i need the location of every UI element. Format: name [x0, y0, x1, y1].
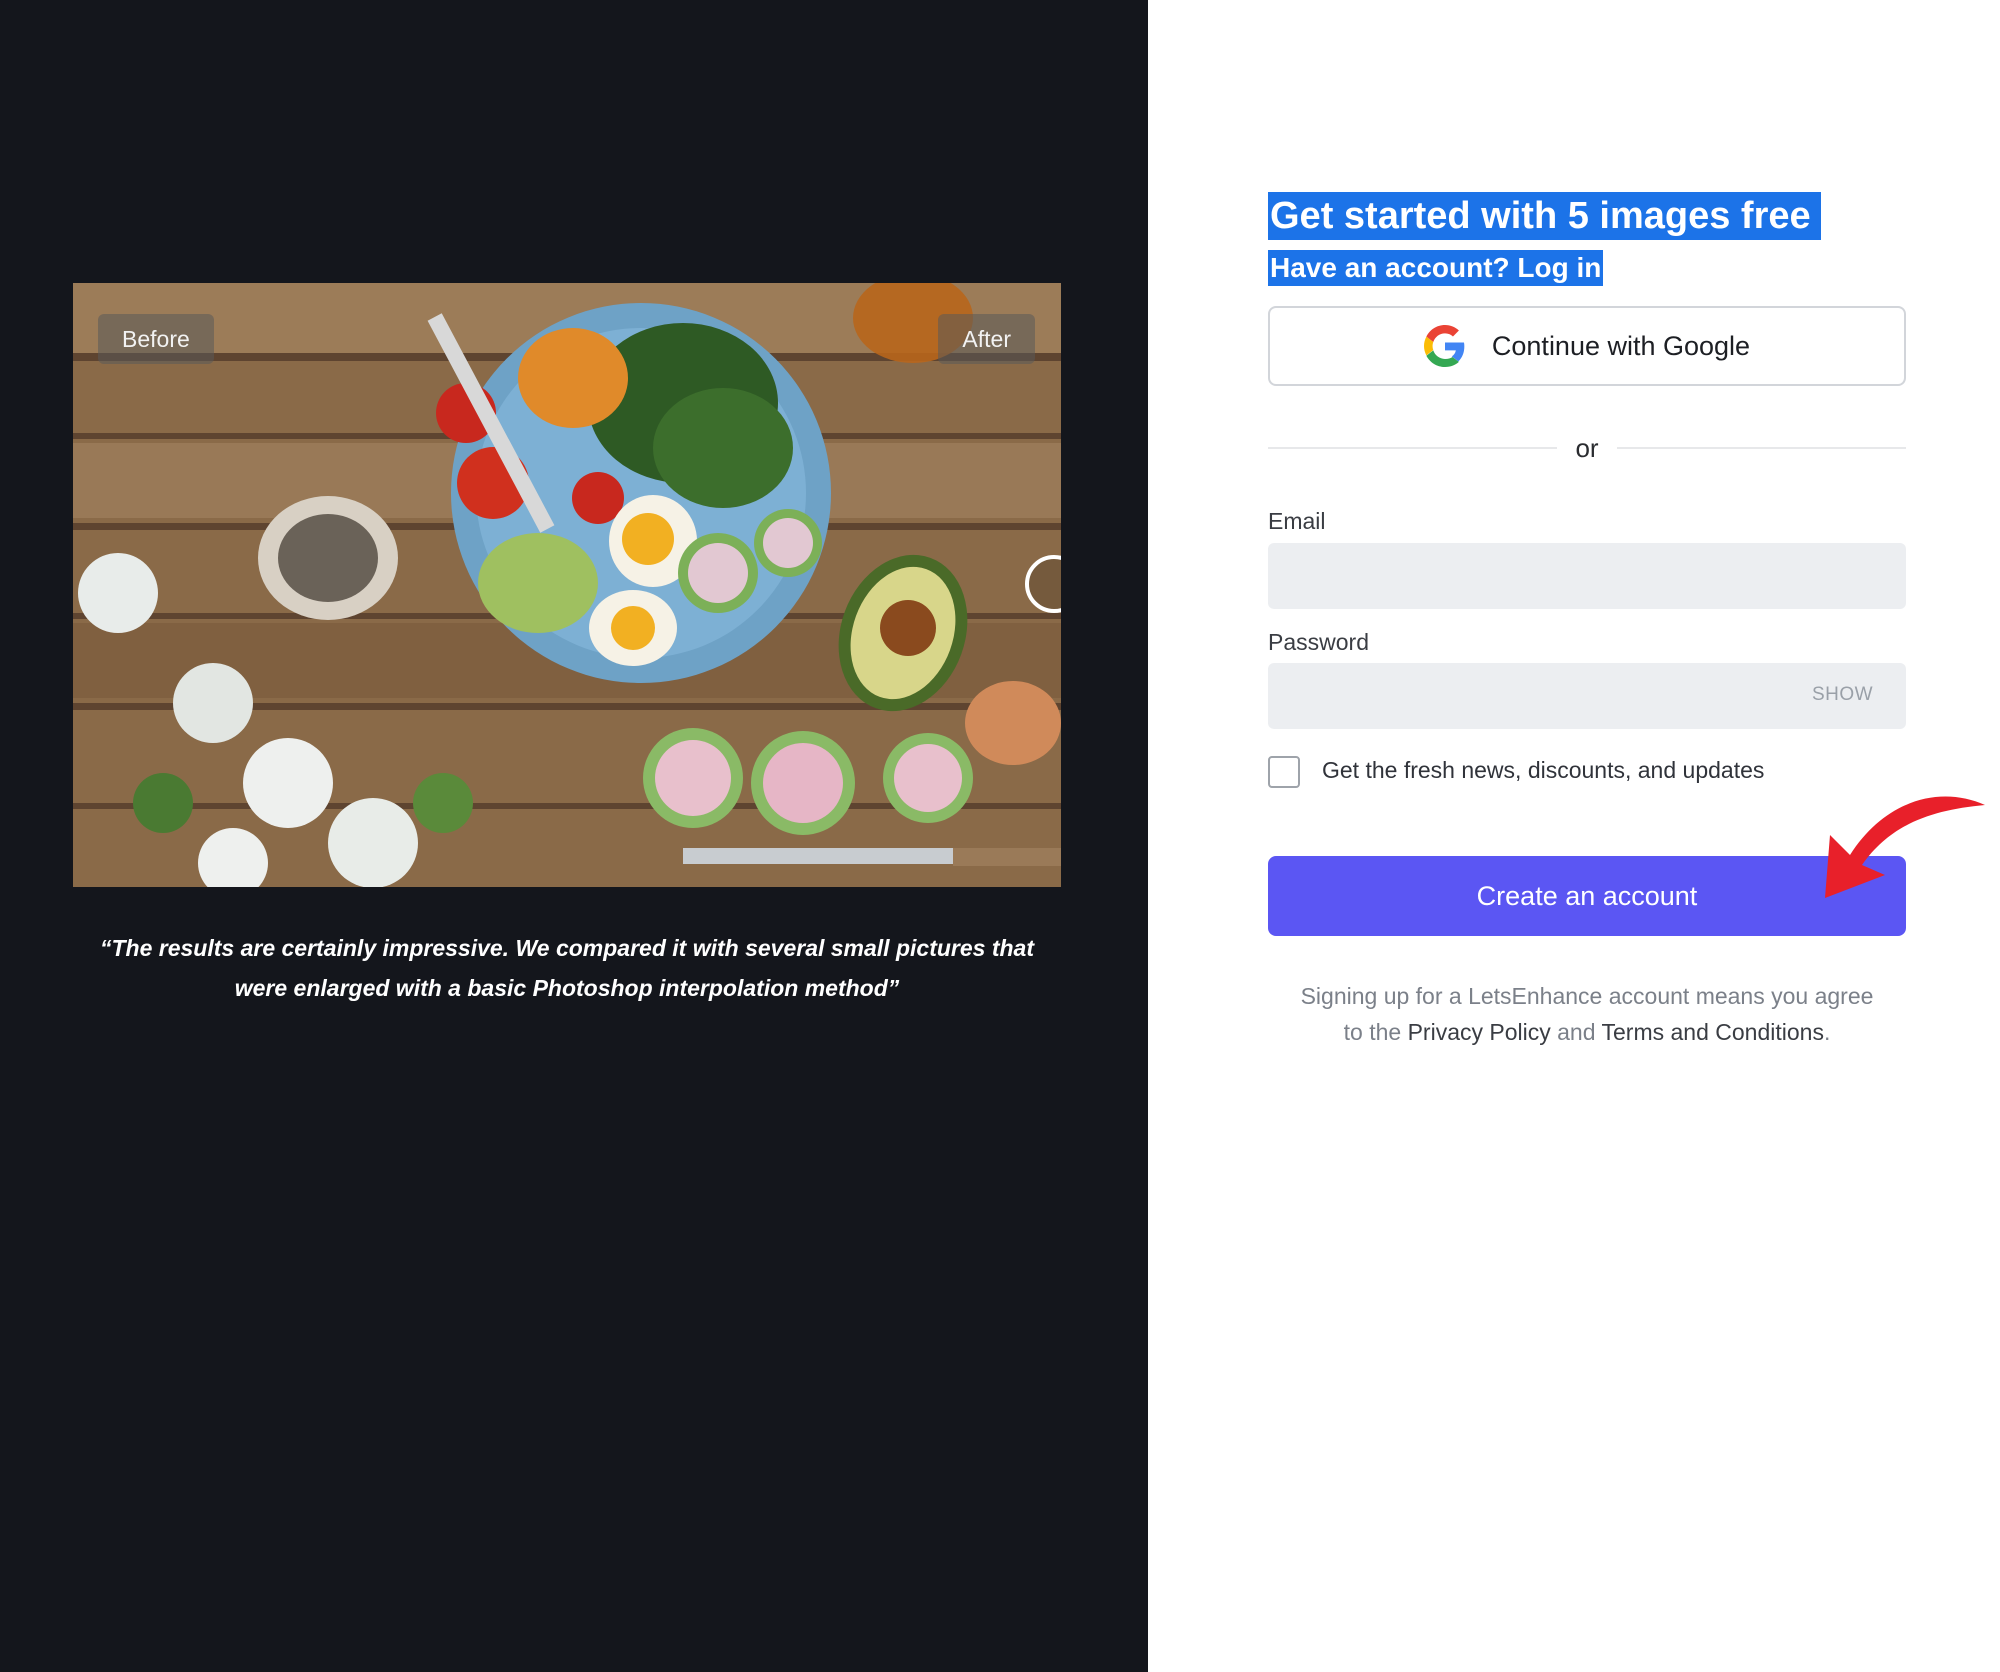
email-label: Email — [1268, 508, 1326, 534]
quote-line-1: “The results are certainly impressive. W… — [99, 935, 1034, 961]
create-account-label: Create an account — [1476, 880, 1698, 911]
page-title: Get started with 5 images free — [1268, 192, 1821, 240]
google-button-label: Continue with Google — [1491, 330, 1751, 361]
before-after-image: Before After — [73, 283, 1061, 887]
newsletter-checkbox[interactable] — [1268, 756, 1300, 788]
privacy-policy-link[interactable]: Privacy Policy — [1408, 1019, 1551, 1045]
legal-line-1: Signing up for a LetsEnhance account mea… — [1300, 983, 1874, 1009]
login-link[interactable]: Have an account? Log in — [1268, 250, 1604, 286]
show-password-toggle[interactable]: SHOW — [1812, 684, 1873, 706]
terms-link[interactable]: Terms and Conditions — [1602, 1019, 1824, 1045]
legal-notice: Signing up for a LetsEnhance account mea… — [1268, 978, 1906, 1050]
email-field[interactable] — [1268, 543, 1906, 609]
divider-line-right — [1616, 447, 1906, 449]
password-label: Password — [1268, 629, 1369, 655]
quote-line-2: were enlarged with a basic Photoshop int… — [234, 975, 900, 1001]
continue-with-google-button[interactable]: Continue with Google — [1268, 306, 1906, 386]
password-field[interactable] — [1268, 663, 1906, 729]
before-label: Before — [98, 314, 214, 364]
legal-line-2: to the Privacy Policy and Terms and Cond… — [1268, 1014, 1906, 1050]
red-curved-arrow-icon — [1825, 796, 1985, 898]
divider-line-left — [1268, 447, 1558, 449]
legal-and: and — [1550, 1019, 1602, 1045]
after-label: After — [938, 314, 1035, 364]
testimonial-quote: “The results are certainly impressive. W… — [73, 928, 1061, 1008]
legal-period: . — [1823, 1019, 1831, 1045]
google-g-icon — [1423, 325, 1465, 367]
or-divider: or — [1268, 430, 1906, 466]
food-photo-illustration — [73, 283, 1061, 887]
legal-to-the: to the — [1343, 1019, 1408, 1045]
newsletter-label[interactable]: Get the fresh news, discounts, and updat… — [1322, 757, 1764, 784]
divider-or-text: or — [1575, 432, 1599, 463]
